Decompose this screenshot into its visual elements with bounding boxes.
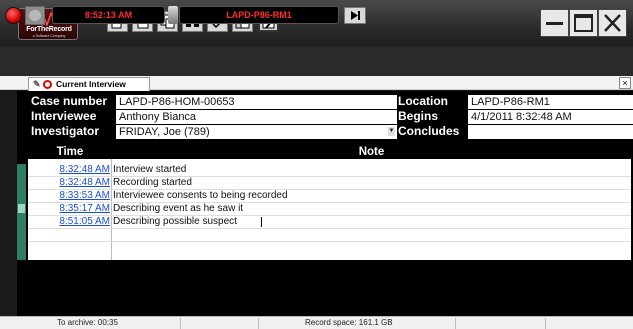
note-text[interactable]: Interviewee consents to being recorded [113,190,628,202]
begins-label: Begins [398,109,439,123]
play-button[interactable] [344,7,366,24]
tab-close-button[interactable]: × [619,77,631,89]
close-icon [604,14,621,32]
record-button[interactable] [5,7,22,24]
note-text[interactable]: Describing possible suspect [113,216,628,228]
status-divider [258,318,259,329]
investigator-label: Investigator [31,124,100,138]
status-bar: To archive: 00:35 Record space: 161.1 GB [0,316,633,329]
status-divider [545,318,546,329]
note-time-link[interactable]: 8:32:48 AM [28,164,110,176]
pencil-icon: ✎ [33,79,41,89]
note-row[interactable]: 8:51:05 AM Describing possible suspect [28,216,631,229]
note-column-header[interactable]: Note [112,146,631,159]
record-space-status: Record space: 161.1 GB [305,318,393,327]
note-time-link[interactable]: 8:33:53 AM [28,190,110,202]
note-text[interactable]: Describing event as he saw it [113,203,628,215]
minimize-icon [546,22,563,25]
concludes-label: Concludes [398,124,460,138]
stop-icon [29,10,41,21]
stop-button[interactable] [25,6,45,25]
case-number-field[interactable]: LAPD-P86-HOM-00653 [116,95,397,109]
chevron-down-icon[interactable]: ▼ [388,127,395,136]
maximize-button[interactable] [569,9,598,37]
tab-current-interview[interactable]: ✎ Current Interview [28,77,150,91]
note-text[interactable]: Recording started [113,177,628,189]
status-divider [455,318,456,329]
text-cursor [261,217,262,227]
brand-subtitle: a Software Company [32,34,66,38]
begins-field[interactable]: 4/1/2011 8:32:48 AM [468,110,633,124]
note-time-link[interactable]: 8:51:05 AM [28,216,110,228]
room-display: LAPD-P86-RM1 [179,6,339,24]
side-splitter[interactable] [17,164,26,260]
location-field[interactable]: LAPD-P86-RM1 [468,95,633,109]
recording-time: 8:52:13 AM [52,6,165,24]
recorder-bar [0,46,633,76]
minimize-button[interactable] [540,9,569,37]
archive-status: To archive: 00:35 [57,318,118,327]
note-row[interactable]: 8:35:17 AM Describing event as he saw it [28,203,631,216]
play-icon [351,11,360,20]
concludes-field[interactable] [468,125,633,139]
note-row[interactable]: 8:32:48 AM Recording started [28,177,631,190]
note-row[interactable]: 8:32:48 AM Interview started [28,164,631,177]
note-time-link[interactable]: 8:32:48 AM [28,177,110,189]
brand-name: ForTheRecord [26,26,72,33]
record-status-icon [43,80,52,89]
location-label: Location [398,94,448,108]
time-column-header[interactable]: Time [28,146,112,159]
close-button[interactable] [598,9,627,37]
note-text[interactable]: Interview started [113,164,628,176]
splitter-handle[interactable] [18,204,25,213]
investigator-select[interactable]: FRIDAY, Joe (789) ▼ [116,125,397,139]
interviewee-label: Interviewee [31,109,97,123]
case-number-label: Case number [31,94,108,108]
note-row[interactable]: 8:33:53 AM Interviewee consents to being… [28,190,631,203]
investigator-value: FRIDAY, Joe (789) [119,126,210,138]
notes-table: Time Note 8:32:48 AM Interview started 8… [28,146,631,260]
status-divider [180,318,181,329]
level-toggle[interactable] [168,6,178,24]
interviewee-field[interactable]: Anthony Bianca [116,110,397,124]
note-time-link[interactable]: 8:35:17 AM [28,203,110,215]
tab-label: Current Interview [56,79,126,89]
maximize-icon [574,14,593,32]
empty-note-row[interactable] [28,229,631,242]
